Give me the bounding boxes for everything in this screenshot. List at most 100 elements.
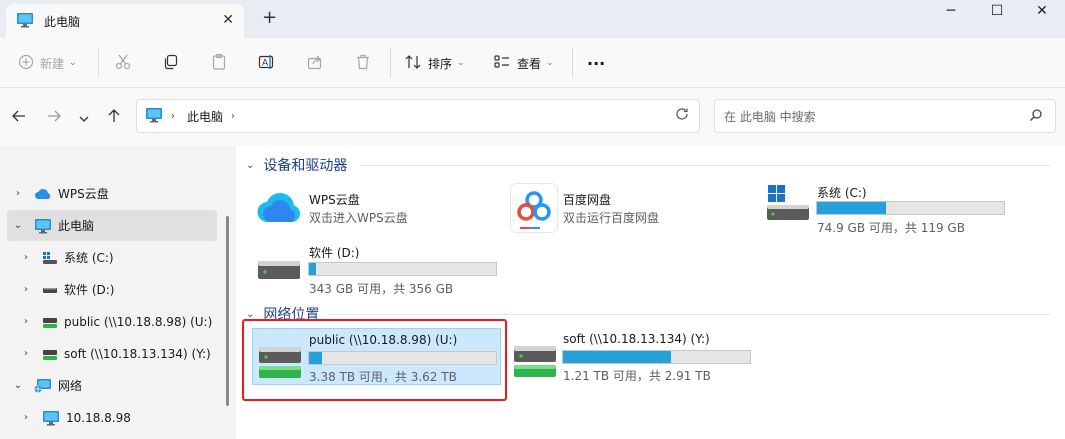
tab-close-icon[interactable]: ✕: [222, 12, 234, 28]
expand-chevron-icon[interactable]: ›: [18, 252, 34, 263]
sidebar-item-this-pc[interactable]: ⌄ 此电脑: [7, 210, 217, 241]
collapse-chevron-icon[interactable]: ⌄: [246, 160, 254, 171]
new-tab-button[interactable]: +: [262, 8, 277, 28]
title-bar: 此电脑 ✕ + ─ ☐ ✕: [0, 0, 1065, 38]
back-arrow-icon[interactable]: [11, 108, 27, 128]
expand-chevron-icon[interactable]: ›: [18, 412, 34, 423]
clipboard-icon: [210, 53, 228, 74]
this-pc-icon: [145, 107, 163, 126]
copy-button[interactable]: [162, 50, 180, 76]
this-pc-icon: [34, 218, 52, 234]
expand-chevron-icon[interactable]: ›: [18, 348, 34, 359]
cut-button[interactable]: [114, 50, 132, 76]
collapse-chevron-icon[interactable]: ⌄: [10, 380, 26, 391]
expand-chevron-icon[interactable]: ›: [18, 316, 34, 327]
delete-button[interactable]: [354, 50, 372, 76]
windows-drive-icon: [763, 183, 809, 226]
sidebar-item-drive-d[interactable]: › 软件 (D:): [15, 274, 225, 305]
sidebar-item-label: 此电脑: [58, 219, 95, 233]
tile-network-drive-u[interactable]: public (\\10.18.8.98) (U:) 3.38 TB 可用，共 …: [252, 328, 501, 385]
share-icon: [306, 53, 324, 74]
network-drive-icon: [257, 345, 303, 384]
sidebar-item-drive-c[interactable]: › 系统 (C:): [15, 242, 225, 273]
new-label: 新建: [40, 56, 65, 71]
sort-button[interactable]: 排序 ⌄: [404, 50, 465, 76]
group-header-network-locations[interactable]: ⌄ 网络位置: [246, 304, 319, 324]
tab-this-pc[interactable]: 此电脑 ✕: [6, 4, 244, 38]
usage-bar-fill: [309, 352, 323, 364]
usage-bar-fill: [563, 351, 672, 363]
tile-subtitle: 74.9 GB 可用，共 119 GB: [817, 221, 965, 235]
sidebar-item-wps-cloud[interactable]: › WPS云盘: [7, 178, 217, 209]
divider: [390, 48, 391, 78]
refresh-icon[interactable]: [675, 107, 689, 125]
sidebar-item-label: soft (\\10.18.13.134) (Y:): [64, 346, 211, 361]
sidebar-item-label: 网络: [58, 379, 83, 393]
more-options-button[interactable]: ···: [587, 50, 605, 76]
sidebar-scrollbar[interactable]: [226, 216, 229, 406]
tile-name: public (\\10.18.8.98) (U:): [309, 333, 458, 347]
drive-icon: [256, 258, 302, 285]
usage-bar: [816, 201, 1005, 215]
tile-name: 系统 (C:): [817, 186, 867, 200]
tile-name: WPS云盘: [309, 193, 360, 207]
paste-button[interactable]: [210, 50, 228, 76]
group-title: 设备和驱动器: [263, 158, 348, 174]
divider: [98, 48, 99, 78]
expand-chevron-icon[interactable]: ›: [10, 188, 26, 199]
tile-subtitle: 双击运行百度网盘: [563, 211, 660, 225]
search-icon: [1029, 108, 1043, 125]
expand-chevron-icon[interactable]: ›: [18, 284, 34, 295]
trash-icon: [354, 53, 372, 74]
drive-icon: [42, 283, 58, 297]
close-window-button[interactable]: ✕: [1019, 0, 1065, 22]
divider: [360, 165, 1050, 166]
up-arrow-icon[interactable]: [106, 108, 122, 128]
tile-baidu-netdisk[interactable]: 百度网盘 双击运行百度网盘: [508, 180, 748, 233]
new-button[interactable]: 新建 ⌄: [18, 50, 77, 76]
tile-network-drive-y[interactable]: soft (\\10.18.13.134) (Y:) 1.21 TB 可用，共 …: [508, 328, 768, 385]
sidebar-item-label: 软件 (D:): [64, 283, 115, 297]
tile-drive-d[interactable]: 软件 (D:) 343 GB 可用，共 356 GB: [252, 240, 512, 298]
sidebar-item-network-host[interactable]: › 10.18.8.98: [15, 402, 225, 433]
view-button[interactable]: 查看 ⌄: [493, 50, 554, 76]
sidebar-item-network-drive-y[interactable]: › soft (\\10.18.13.134) (Y:): [15, 338, 225, 369]
sidebar-item-network-drive-u[interactable]: › public (\\10.18.8.98) (U:): [15, 306, 225, 337]
scissors-icon: [114, 53, 132, 74]
wps-cloud-logo-icon: [257, 188, 303, 229]
tile-wps-cloud[interactable]: WPS云盘 双击进入WPS云盘: [252, 180, 492, 232]
group-header-devices[interactable]: ⌄ 设备和驱动器: [246, 155, 347, 175]
tile-drive-c[interactable]: 系统 (C:) 74.9 GB 可用，共 119 GB: [760, 180, 1020, 236]
tile-subtitle: 1.21 TB 可用，共 2.91 TB: [563, 369, 711, 383]
maximize-button[interactable]: ☐: [974, 0, 1020, 22]
collapse-chevron-icon[interactable]: ⌄: [246, 309, 254, 320]
recent-locations-chevron-icon[interactable]: [78, 110, 90, 129]
windows-drive-icon: [42, 251, 58, 265]
sort-arrows-icon: [404, 53, 422, 74]
command-bar: 新建 ⌄ A 排序 ⌄ 查看 ⌄ ···: [0, 38, 1065, 88]
search-placeholder: 在 此电脑 中搜索: [724, 109, 816, 124]
share-button[interactable]: [306, 50, 324, 76]
copy-icon: [162, 53, 180, 74]
view-list-icon: [493, 53, 511, 74]
search-input[interactable]: 在 此电脑 中搜索: [714, 99, 1056, 133]
tile-name: 软件 (D:): [309, 246, 360, 260]
chevron-down-icon: ⌄: [546, 58, 554, 68]
network-drive-icon: [42, 347, 58, 361]
tile-subtitle: 343 GB 可用，共 356 GB: [309, 282, 454, 296]
baidu-netdisk-logo-icon: [510, 183, 558, 236]
sort-label: 排序: [428, 56, 453, 71]
usage-bar-fill: [309, 263, 317, 275]
collapse-chevron-icon[interactable]: ⌄: [10, 220, 26, 231]
minimize-button[interactable]: ─: [928, 0, 974, 22]
sidebar-item-network[interactable]: ⌄ 网络: [7, 370, 217, 401]
view-label: 查看: [517, 56, 542, 71]
address-bar[interactable]: › 此电脑 ›: [136, 99, 700, 133]
cloud-icon: [34, 187, 52, 201]
rename-icon: A: [258, 53, 276, 74]
breadcrumb-this-pc[interactable]: 此电脑: [187, 108, 223, 125]
forward-arrow-icon[interactable]: [46, 108, 62, 128]
breadcrumb-chevron-icon[interactable]: ›: [231, 111, 235, 122]
rename-button[interactable]: A: [258, 50, 276, 76]
sidebar-item-label: 系统 (C:): [64, 251, 114, 265]
